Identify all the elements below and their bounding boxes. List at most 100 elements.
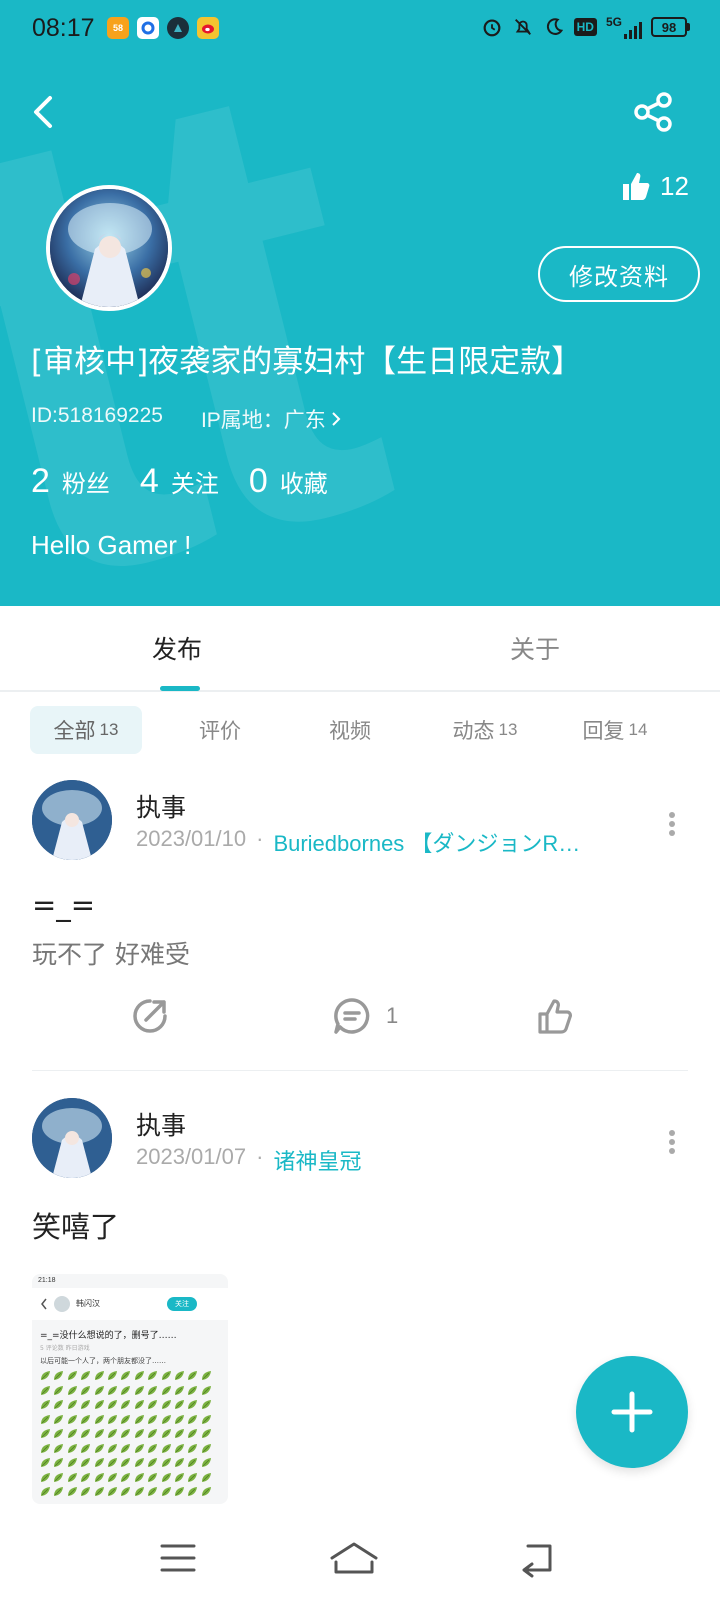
comment-action[interactable]: 1 <box>332 996 398 1036</box>
leaf-emoji-icon <box>94 1443 104 1453</box>
tab-indicator <box>160 686 200 691</box>
thumb-follow-button: 关注 <box>167 1297 197 1311</box>
tab-posts[interactable]: 发布 <box>152 630 202 666</box>
leaf-emoji-icon <box>81 1429 91 1438</box>
post-meta: 2023/01/07 · 诸神皇冠 <box>136 1144 361 1176</box>
stat-following[interactable]: 4 关注 <box>140 462 219 501</box>
leaf-emoji-icon <box>81 1458 91 1467</box>
leaf-emoji-icon <box>161 1472 171 1482</box>
leaf-emoji-icon <box>54 1443 64 1453</box>
more-options-button[interactable] <box>662 806 682 842</box>
leaf-emoji-icon <box>161 1429 171 1438</box>
nav-back-button[interactable] <box>508 1536 568 1580</box>
leaf-emoji-icon <box>148 1487 158 1496</box>
thumb-status-time: 21:18 <box>38 1277 56 1284</box>
filter-replies[interactable]: 回复 14 <box>560 706 670 754</box>
post-card[interactable]: 执事 2023/01/10 · Buriedbornes 【ダンジョンR… =_… <box>0 780 720 1080</box>
stat-favorites[interactable]: 0 收藏 <box>249 462 328 501</box>
thumb-topbar: 韩闪汉 关注 <box>32 1288 228 1320</box>
leaf-emoji-icon <box>41 1385 50 1395</box>
leaf-emoji-icon <box>54 1458 64 1467</box>
edit-profile-button[interactable]: 修改资料 <box>538 246 700 302</box>
leaf-emoji-icon <box>134 1443 144 1453</box>
content-tabs: 发布 关于 <box>0 606 720 692</box>
back-button[interactable] <box>26 90 66 134</box>
status-time: 08:17 <box>32 14 95 42</box>
meta-separator: · <box>256 826 264 851</box>
leaf-emoji-icon <box>67 1371 77 1380</box>
leaf-emoji-icon <box>148 1443 158 1453</box>
leaf-emoji-icon <box>175 1429 184 1438</box>
status-bar: 08:17 58 HD 5G 98 <box>0 0 720 58</box>
leaf-emoji-icon <box>201 1385 211 1395</box>
post-author[interactable]: 执事 <box>136 1106 186 1142</box>
thumb-back-icon <box>41 1298 47 1310</box>
share-button[interactable] <box>632 90 676 134</box>
leaf-emoji-icon <box>134 1429 144 1438</box>
filter-videos[interactable]: 视频 <box>300 706 400 754</box>
nav-home-button[interactable] <box>324 1536 384 1580</box>
share-action[interactable] <box>130 996 170 1036</box>
share-icon <box>634 92 672 132</box>
leaf-emoji-icon <box>41 1472 50 1482</box>
stat-followers[interactable]: 2 粉丝 <box>31 462 110 501</box>
leaf-emoji-icon <box>161 1371 171 1380</box>
mute-bell-icon <box>514 19 531 35</box>
filter-chips: 全部 13 评价 视频 动态 13 回复 14 <box>0 706 720 756</box>
create-post-button[interactable] <box>576 1356 688 1468</box>
leaf-emoji-icon <box>41 1414 50 1424</box>
leaf-emoji-icon <box>201 1443 211 1453</box>
leaf-emoji-icon <box>54 1400 64 1409</box>
menu-icon <box>160 1544 196 1572</box>
comment-icon <box>334 998 370 1034</box>
nav-menu-button[interactable] <box>148 1536 208 1580</box>
thumb-line: 以后可能一个人了，两个朋友都没了…… <box>40 1357 166 1365</box>
post-image-thumbnail[interactable]: 21:18 韩闪汉 关注 =_=没什么想说的了，删号了…… 5 评论数 昨日游戏… <box>32 1274 228 1504</box>
weibo-icon <box>197 17 219 39</box>
leaf-emoji-icon <box>201 1371 211 1380</box>
signal-icon: 5G <box>606 15 642 39</box>
leaf-emoji-icon <box>94 1487 104 1496</box>
leaf-emoji-icon <box>81 1487 91 1496</box>
post-title: =_= <box>32 888 96 922</box>
leaf-emoji-icon <box>81 1371 91 1380</box>
post-divider <box>32 1070 688 1071</box>
leaf-emoji-icon <box>201 1400 211 1409</box>
chevron-right-icon <box>332 412 341 426</box>
filter-all[interactable]: 全部 13 <box>30 706 142 754</box>
avatar-image <box>32 780 112 860</box>
hd-badge: HD <box>573 18 597 36</box>
like-action[interactable] <box>536 996 576 1036</box>
moon-icon <box>546 18 563 35</box>
avatar[interactable] <box>32 780 112 860</box>
leaf-emoji-icon <box>94 1472 104 1482</box>
avatar-image <box>32 1098 112 1178</box>
leaf-emoji-icon <box>81 1443 91 1453</box>
more-options-button[interactable] <box>662 1124 682 1160</box>
avatar-image <box>50 189 168 307</box>
ip-location[interactable]: IP属地：广东 <box>201 404 342 434</box>
profile-avatar[interactable] <box>46 185 172 311</box>
tab-about[interactable]: 关于 <box>510 630 560 666</box>
leaf-emoji-icon <box>81 1385 91 1395</box>
leaf-emoji-icon <box>41 1400 50 1409</box>
leaf-emoji-icon <box>81 1400 91 1409</box>
post-author[interactable]: 执事 <box>136 788 186 824</box>
leaf-emoji-icon <box>81 1472 91 1482</box>
filter-moments[interactable]: 动态 13 <box>430 706 540 754</box>
leaf-emoji-icon <box>108 1385 117 1395</box>
avatar[interactable] <box>32 1098 112 1178</box>
leaf-emoji-icon <box>134 1487 144 1496</box>
meta-separator: · <box>256 1144 264 1169</box>
profile-like[interactable]: 12 <box>620 170 689 202</box>
leaf-emoji-icon <box>108 1487 117 1496</box>
leaf-emoji-icon <box>67 1487 77 1496</box>
leaf-emoji-icon <box>54 1472 64 1482</box>
post-game-link[interactable]: Buriedbornes 【ダンジョンR… <box>273 826 580 858</box>
post-game-link[interactable]: 诸神皇冠 <box>273 1144 361 1176</box>
username: [审核中]夜袭家的寡妇村【生日限定款】 <box>31 344 583 380</box>
leaf-emoji-icon <box>148 1458 158 1467</box>
filter-reviews[interactable]: 评价 <box>170 706 270 754</box>
leaf-emoji-icon <box>108 1400 117 1409</box>
leaf-emoji-icon <box>188 1443 198 1453</box>
